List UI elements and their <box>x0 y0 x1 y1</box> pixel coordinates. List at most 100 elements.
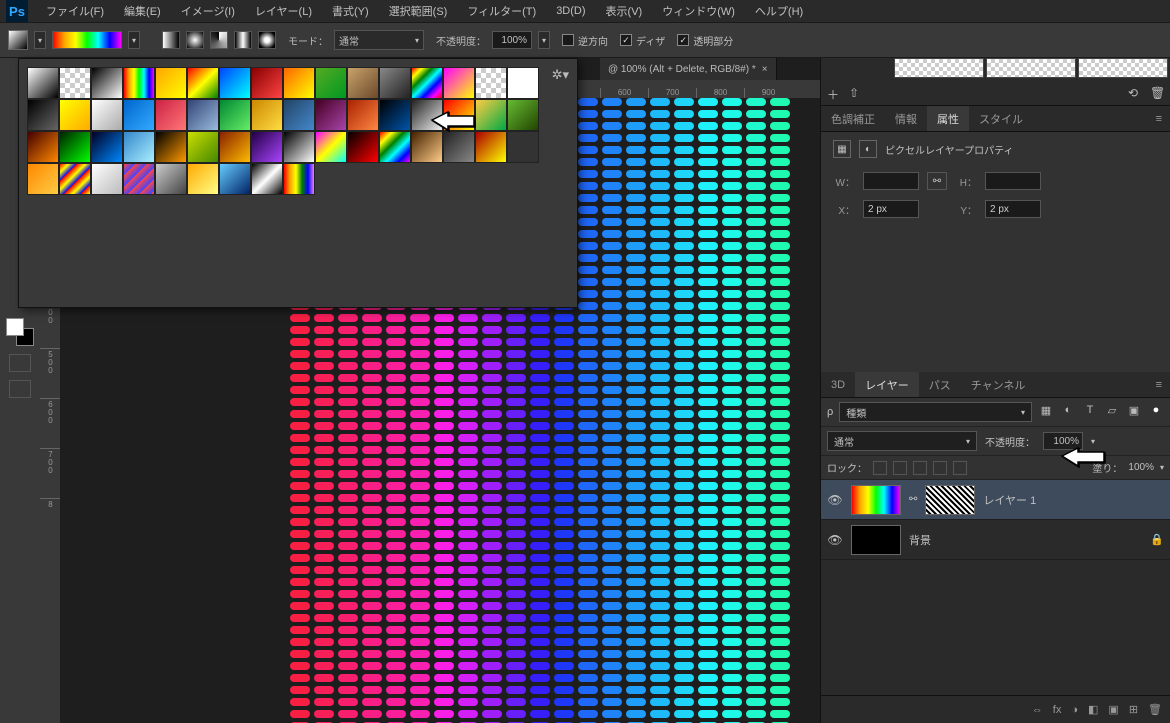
trash-icon[interactable]: 🗑 <box>1150 86 1164 100</box>
layer-item[interactable]: 👁 背景 🔒 <box>821 520 1170 560</box>
gradient-preset[interactable] <box>155 131 187 163</box>
document-tab[interactable]: @ 100% (Alt + Delete, RGB/8#) *× <box>600 58 777 80</box>
x-input[interactable] <box>863 200 919 218</box>
gradient-preset[interactable] <box>347 67 379 99</box>
screenmode-icon[interactable] <box>9 380 31 398</box>
gradient-preset[interactable] <box>379 99 411 131</box>
gradient-preset[interactable] <box>187 163 219 195</box>
gradient-preset[interactable] <box>283 99 315 131</box>
gradient-preset[interactable] <box>219 99 251 131</box>
gradient-preset[interactable] <box>507 67 539 99</box>
gradient-preset[interactable] <box>411 131 443 163</box>
gradient-preset[interactable] <box>187 67 219 99</box>
tool-preset-dropdown[interactable]: ▾ <box>34 31 46 49</box>
menu-edit[interactable]: 編集(E) <box>114 3 171 19</box>
fx-icon[interactable]: fx <box>1053 704 1062 716</box>
reverse-checkbox[interactable]: 逆方向 <box>562 33 608 48</box>
menu-filter[interactable]: フィルター(T) <box>457 3 546 19</box>
gradient-preset[interactable] <box>315 99 347 131</box>
width-input[interactable] <box>863 172 919 190</box>
tool-preset-swatch[interactable] <box>8 30 28 50</box>
gradient-preset[interactable] <box>507 131 539 163</box>
gradient-preset[interactable] <box>187 99 219 131</box>
menu-window[interactable]: ウィンドウ(W) <box>652 3 745 19</box>
filter-pixel-icon[interactable]: ▦ <box>1038 404 1054 420</box>
gradient-preset[interactable] <box>475 99 507 131</box>
menu-type[interactable]: 書式(Y) <box>322 3 379 19</box>
cc-icon[interactable]: ⟲ <box>1128 86 1142 100</box>
gradient-preset[interactable] <box>475 131 507 163</box>
link-layers-icon[interactable]: ⇔ <box>1032 704 1043 716</box>
linear-gradient-icon[interactable] <box>162 31 180 49</box>
gradient-preset[interactable] <box>443 99 475 131</box>
gradient-preset[interactable] <box>219 67 251 99</box>
panel-menu-icon[interactable]: ≡ <box>1148 106 1170 131</box>
dither-checkbox[interactable]: ✓ディザ <box>620 33 665 48</box>
layer-filter-select[interactable]: 種類▾ <box>839 402 1032 422</box>
menu-layer[interactable]: レイヤー(L) <box>245 3 322 19</box>
gradient-preset[interactable] <box>91 99 123 131</box>
menu-help[interactable]: ヘルプ(H) <box>745 3 813 19</box>
gradient-preset[interactable] <box>123 163 155 195</box>
gradient-preset[interactable] <box>251 67 283 99</box>
filter-type-icon[interactable]: T <box>1082 404 1098 420</box>
lock-image-icon[interactable] <box>893 461 907 475</box>
gradient-preset[interactable] <box>507 99 539 131</box>
filter-shape-icon[interactable]: ▱ <box>1104 404 1120 420</box>
gradient-preset[interactable] <box>91 163 123 195</box>
delete-layer-icon[interactable]: 🗑 <box>1148 703 1162 716</box>
tab-properties[interactable]: 属性 <box>927 106 969 131</box>
quickmask-icon[interactable] <box>9 354 31 372</box>
gradient-preset[interactable] <box>251 131 283 163</box>
layers-menu-icon[interactable]: ≡ <box>1148 372 1170 397</box>
gradient-preset[interactable] <box>475 67 507 99</box>
gradient-preset[interactable] <box>59 67 91 99</box>
gradient-preset[interactable] <box>155 99 187 131</box>
tab-styles[interactable]: スタイル <box>969 106 1033 131</box>
tab-adjustments[interactable]: 色調補正 <box>821 106 885 131</box>
layer-name[interactable]: レイヤー 1 <box>983 492 1036 508</box>
mask-link-icon[interactable]: ⚯ <box>909 494 917 505</box>
visibility-icon[interactable]: 👁 <box>827 533 843 547</box>
menu-image[interactable]: イメージ(I) <box>171 3 245 19</box>
layer-thumbnail[interactable] <box>851 485 901 515</box>
gradient-preset[interactable] <box>251 163 283 195</box>
gradient-preset[interactable] <box>347 131 379 163</box>
lock-transparent-icon[interactable] <box>873 461 887 475</box>
filter-adjust-icon[interactable]: ◐ <box>1060 404 1076 420</box>
fill-value[interactable]: 100% <box>1128 462 1154 473</box>
visibility-icon[interactable]: 👁 <box>827 493 843 507</box>
radial-gradient-icon[interactable] <box>186 31 204 49</box>
y-input[interactable] <box>985 200 1041 218</box>
layer-blendmode-select[interactable]: 通常▾ <box>827 431 977 451</box>
link-wh-icon[interactable]: ⚯ <box>927 172 947 190</box>
gradient-preset[interactable] <box>443 131 475 163</box>
gradient-preset[interactable] <box>59 163 91 195</box>
foreground-background-swatches[interactable] <box>6 318 34 346</box>
new-layer-icon[interactable]: ⊞ <box>1129 703 1138 716</box>
gradient-preset[interactable] <box>443 67 475 99</box>
opacity-value[interactable]: 100% <box>492 31 532 49</box>
transparency-checkbox[interactable]: ✓透明部分 <box>677 33 733 48</box>
gradient-preset[interactable] <box>283 131 315 163</box>
gradient-preset[interactable] <box>347 99 379 131</box>
gradient-preview[interactable] <box>52 31 122 49</box>
gradient-preset[interactable] <box>123 99 155 131</box>
gradient-preset[interactable] <box>379 131 411 163</box>
gradient-preset[interactable] <box>123 67 155 99</box>
adjustment-layer-icon[interactable]: ◧ <box>1088 703 1098 716</box>
gradient-dropdown[interactable]: ▾ <box>128 31 140 49</box>
layer-name[interactable]: 背景 <box>909 532 931 548</box>
gradient-preset[interactable] <box>27 163 59 195</box>
group-icon[interactable]: ▣ <box>1108 703 1118 716</box>
gradient-preset[interactable] <box>379 67 411 99</box>
asset-thumb[interactable] <box>894 58 984 78</box>
diamond-gradient-icon[interactable] <box>258 31 276 49</box>
layer-opacity-value[interactable]: 100% <box>1043 432 1083 450</box>
menu-3d[interactable]: 3D(D) <box>546 5 595 17</box>
gradient-preset[interactable] <box>219 163 251 195</box>
lock-artboard-icon[interactable] <box>933 461 947 475</box>
upload-asset-icon[interactable]: ⇧ <box>849 86 863 100</box>
tab-layers[interactable]: レイヤー <box>855 372 919 397</box>
blend-mode-select[interactable]: 通常▾ <box>334 30 424 50</box>
